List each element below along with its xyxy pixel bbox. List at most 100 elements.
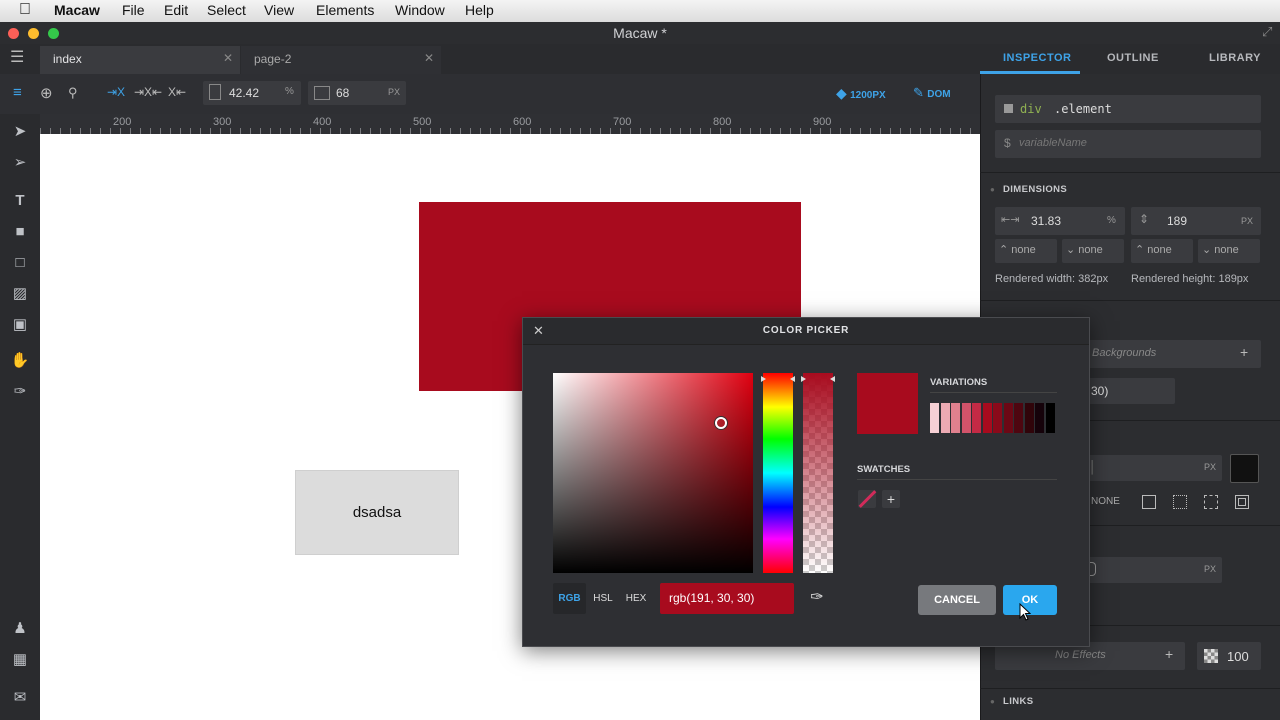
mode-hex-label: HEX	[625, 593, 647, 604]
menu-help[interactable]: Help	[465, 2, 494, 18]
divider	[980, 172, 1280, 173]
width-input[interactable]: 42.42 %	[203, 81, 301, 105]
max-width-select[interactable]: ⌄ none	[1062, 239, 1124, 263]
menu-edit[interactable]: Edit	[164, 2, 188, 18]
variation-swatch[interactable]	[982, 403, 992, 433]
text-box-element[interactable]: dsadsa	[295, 470, 459, 555]
breakpoint-button[interactable]: ◆ 1200PX	[836, 85, 886, 102]
menu-window[interactable]: Window	[395, 2, 445, 18]
variation-swatch[interactable]	[1003, 403, 1013, 433]
apple-icon[interactable]: 	[19, 1, 31, 19]
variation-swatch[interactable]	[1045, 403, 1055, 433]
saturation-value-area[interactable]	[553, 373, 753, 573]
border-width-field[interactable]: │ PX	[1085, 455, 1222, 481]
tab-inspector[interactable]: INSPECTOR	[1003, 52, 1071, 64]
menu-app-name[interactable]: Macaw	[54, 2, 100, 18]
add-effect-icon[interactable]: +	[1165, 646, 1173, 662]
variation-swatch[interactable]	[972, 403, 981, 433]
hue-slider[interactable]	[763, 373, 793, 573]
tab-page-2[interactable]: page-2 ✕	[241, 46, 441, 74]
alpha-slider-handle[interactable]	[801, 371, 835, 382]
align-right-icon[interactable]: X⇤	[168, 85, 186, 99]
close-window-button[interactable]	[8, 28, 19, 39]
background-color-field[interactable]: 30)	[1085, 378, 1175, 404]
hue-slider-handle[interactable]	[761, 371, 795, 382]
image-tool-icon[interactable]: ▣	[10, 315, 30, 335]
select-arrow-icon[interactable]: ➤	[10, 122, 30, 142]
variation-swatch[interactable]	[940, 403, 950, 433]
text-tool-icon[interactable]: T	[10, 191, 30, 211]
height-input[interactable]: 68 PX	[308, 81, 406, 105]
alpha-slider[interactable]	[803, 373, 833, 573]
variation-swatch[interactable]	[1035, 403, 1044, 433]
mode-hex-button[interactable]: HEX	[622, 583, 650, 614]
align-center-icon[interactable]: ⇥X⇤	[134, 85, 162, 99]
minimize-window-button[interactable]	[28, 28, 39, 39]
hand-tool-icon[interactable]: ✋	[10, 351, 30, 371]
radius-field[interactable]: PX	[1085, 557, 1222, 583]
border-dotted-icon[interactable]	[1173, 495, 1187, 509]
color-selector-handle[interactable]	[715, 417, 727, 429]
variation-swatch[interactable]	[930, 403, 939, 433]
dialog-title: COLOR PICKER	[762, 325, 850, 336]
zoom-window-button[interactable]	[48, 28, 59, 39]
inspector-height-input[interactable]: ⇕ 189 PX	[1131, 207, 1261, 235]
pin-icon[interactable]: ⚲	[68, 85, 78, 101]
border-inner-icon[interactable]	[1235, 495, 1249, 509]
layers-icon[interactable]: ≡	[13, 84, 22, 101]
section-bullet-icon: ●	[990, 185, 995, 194]
components-icon[interactable]: ▦	[10, 650, 30, 670]
rectangle-tool-icon[interactable]: ■	[10, 222, 30, 242]
menu-file[interactable]: File	[122, 2, 145, 18]
tab-outline[interactable]: OUTLINE	[1107, 52, 1159, 64]
border-dashed-icon[interactable]	[1204, 495, 1218, 509]
menu-view[interactable]: View	[264, 2, 294, 18]
tab-index[interactable]: index ✕	[40, 46, 240, 74]
add-swatch-button[interactable]: +	[882, 490, 900, 508]
comment-icon[interactable]: ✉	[10, 688, 30, 708]
align-left-icon[interactable]: ⇥X	[107, 85, 125, 99]
close-tab-icon[interactable]: ✕	[424, 51, 434, 65]
input-tool-icon[interactable]: ▨	[10, 284, 30, 304]
eyedropper-icon[interactable]: ✑	[806, 587, 828, 609]
color-value-input[interactable]: rgb(191, 30, 30)	[660, 583, 794, 614]
variable-name-field[interactable]: $ variableName	[995, 130, 1261, 158]
inspector-width-input[interactable]: ⇤⇥ 31.83 %	[995, 207, 1125, 235]
variation-swatch[interactable]	[951, 403, 960, 433]
cancel-button[interactable]: CANCEL	[918, 585, 996, 615]
swatch-item[interactable]	[858, 490, 877, 508]
opacity-checker-icon	[1204, 649, 1218, 663]
stamp-icon[interactable]: ♟	[10, 619, 30, 639]
close-tab-icon[interactable]: ✕	[223, 51, 233, 65]
menu-select[interactable]: Select	[207, 2, 246, 18]
breakpoint-label: 1200PX	[850, 90, 886, 101]
border-all-icon[interactable]	[1142, 495, 1156, 509]
container-tool-icon[interactable]: □	[10, 253, 30, 273]
border-style-none[interactable]: NONE	[1091, 496, 1120, 507]
ruler-label: 500	[413, 116, 432, 128]
direct-select-icon[interactable]: ➢	[10, 153, 30, 173]
min-width-select[interactable]: ⌃ none	[995, 239, 1057, 263]
hamburger-menu-icon[interactable]: ☰	[10, 50, 28, 66]
variation-swatch[interactable]	[961, 403, 971, 433]
border-color-swatch[interactable]	[1230, 454, 1259, 483]
max-height-select[interactable]: ⌄ none	[1198, 239, 1260, 263]
variation-swatch[interactable]	[993, 403, 1002, 433]
border-icon: │	[1089, 460, 1097, 474]
min-height-select[interactable]: ⌃ none	[1131, 239, 1193, 263]
eyedropper-tool-icon[interactable]: ✑	[10, 382, 30, 402]
opacity-field[interactable]: 100	[1197, 642, 1261, 670]
mode-hsl-button[interactable]: HSL	[589, 583, 617, 614]
variation-swatch[interactable]	[1024, 403, 1034, 433]
menu-elements[interactable]: Elements	[316, 2, 374, 18]
backgrounds-row[interactable]: Backgrounds +	[1085, 340, 1261, 368]
target-icon[interactable]: ⊕	[40, 84, 53, 102]
fullscreen-icon[interactable]: ⤢	[1262, 24, 1272, 40]
element-name-field[interactable]: div .element	[995, 95, 1261, 123]
tab-library[interactable]: LIBRARY	[1209, 52, 1261, 64]
mode-rgb-button[interactable]: RGB	[553, 583, 586, 614]
add-background-icon[interactable]: +	[1240, 344, 1248, 360]
variation-swatch[interactable]	[1014, 403, 1023, 433]
dom-button[interactable]: ✎ DOM	[913, 85, 951, 101]
inspector-width-unit: %	[1107, 215, 1116, 226]
